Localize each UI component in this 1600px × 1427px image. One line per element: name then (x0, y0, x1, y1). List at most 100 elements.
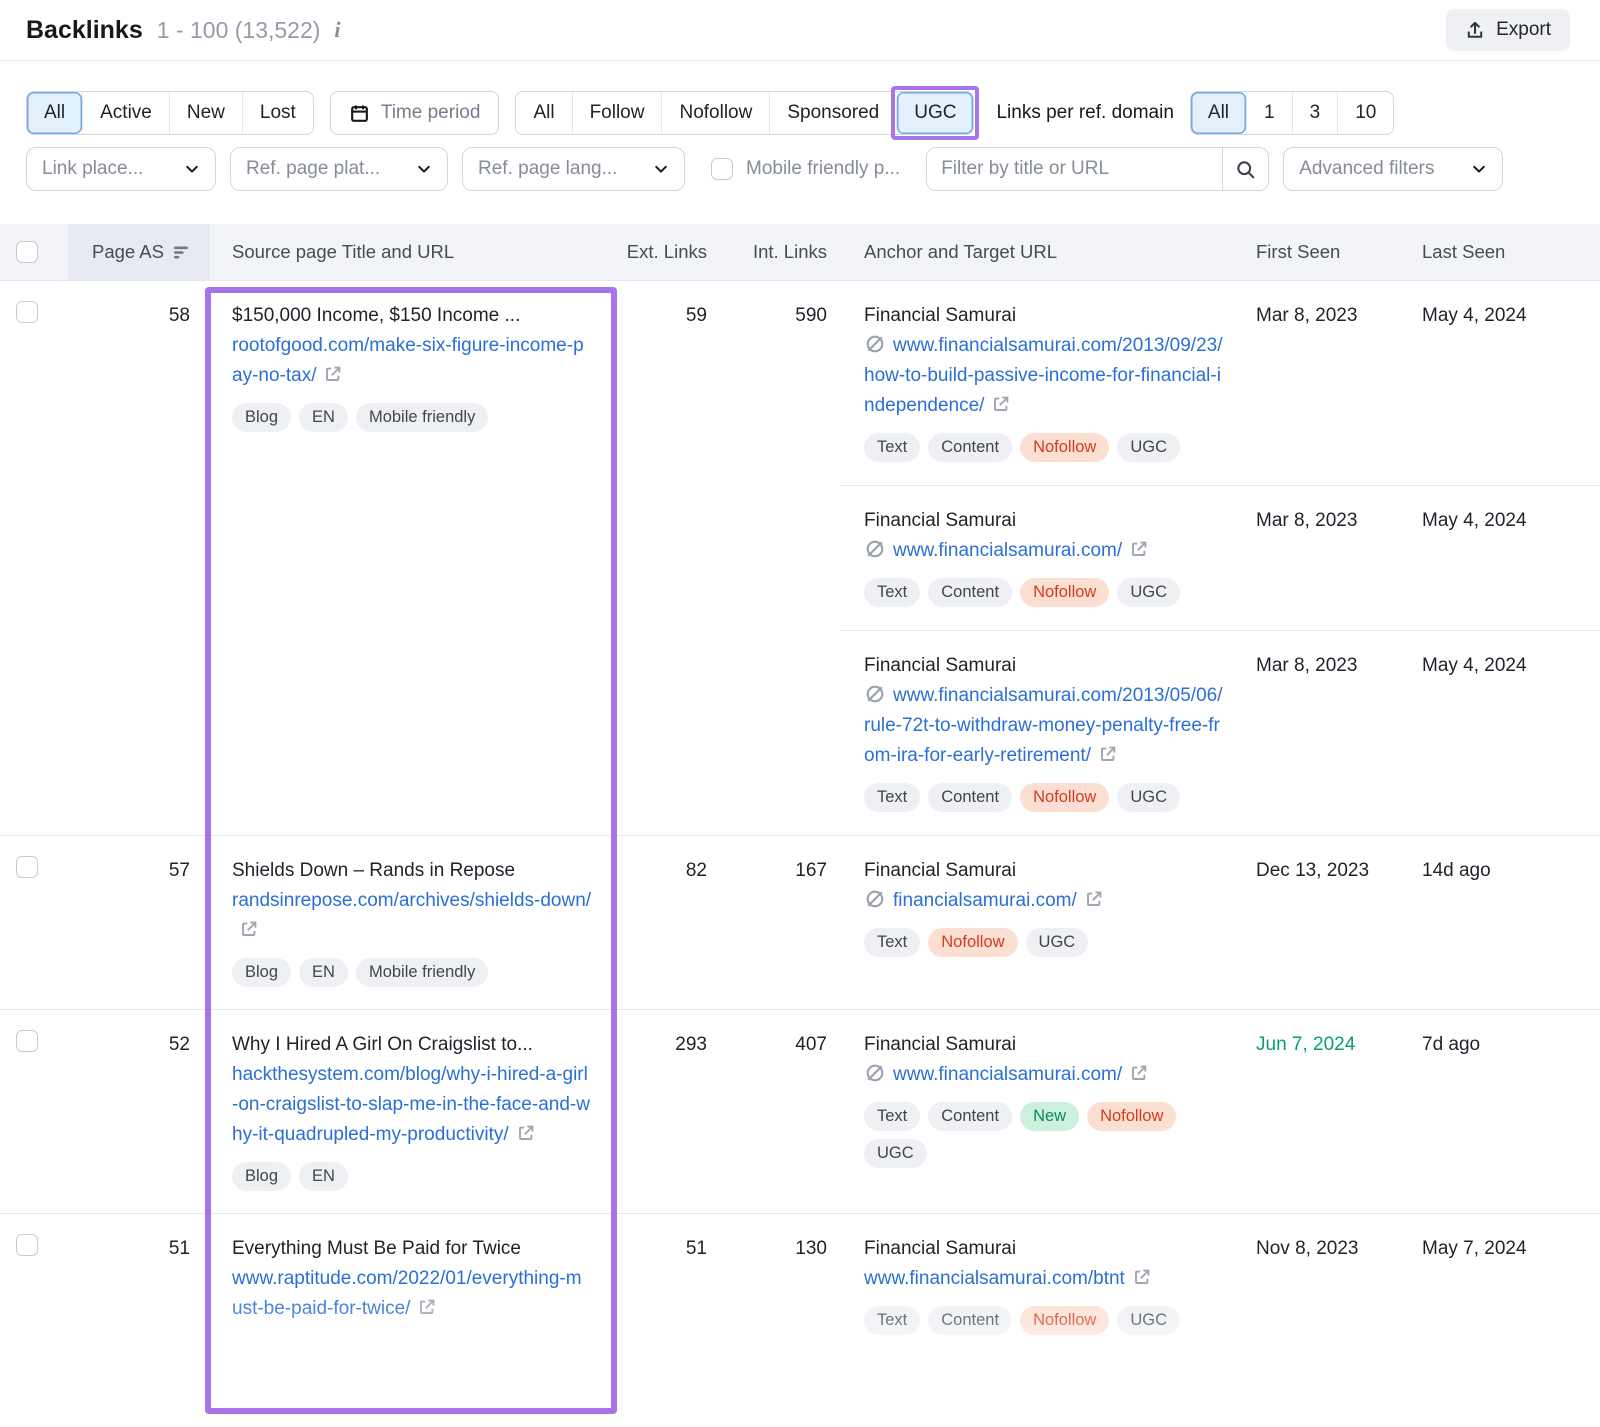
attribute-badge: UGC (1117, 1306, 1180, 1335)
ref-page-language-dropdown[interactable]: Ref. page lang... (462, 147, 685, 191)
target-url-link[interactable]: www.financialsamurai.com/ (893, 1064, 1149, 1085)
external-link-icon (1084, 889, 1104, 909)
source-page-url-link[interactable]: randsinrepose.com/archives/shields-down/ (232, 890, 591, 941)
source-page-url-link[interactable]: www.raptitude.com/2022/01/everything-mus… (232, 1268, 582, 1319)
status-filter-tabs: AllActiveNewLost (26, 91, 314, 135)
attribute-badge: Content (928, 578, 1012, 607)
anchor-text: Financial Samurai (864, 856, 1226, 886)
calendar-icon (349, 103, 370, 124)
tab-sponsored[interactable]: Sponsored (769, 92, 896, 134)
info-icon[interactable]: i (334, 17, 340, 43)
mobile-friendly-filter: Mobile friendly p... (711, 158, 900, 180)
attribute-badge: UGC (1117, 783, 1180, 812)
attribute-badge: Text (864, 578, 920, 607)
tab-3[interactable]: 3 (1292, 92, 1338, 134)
search-icon (1235, 159, 1256, 180)
backlink-entries: Financial Samurai www.financialsamurai.c… (840, 1010, 1600, 1213)
nofollow-icon (864, 1062, 886, 1084)
backlink-entry: Financial Samurai www.financialsamurai.c… (840, 485, 1600, 630)
source-page-tags: BlogEN (232, 1162, 592, 1191)
advanced-filters-dropdown[interactable]: Advanced filters (1283, 147, 1503, 191)
nofollow-badge: Nofollow (928, 928, 1017, 957)
target-url-link[interactable]: www.financialsamurai.com/btnt (864, 1268, 1152, 1289)
follow-filter-tabs: AllFollowNofollowSponsoredUGC (515, 91, 974, 135)
source-page-url-link[interactable]: rootofgood.com/make-six-figure-income-pa… (232, 335, 584, 386)
source-page-title: Shields Down – Rands in Repose (232, 856, 592, 886)
tab-lost[interactable]: Lost (242, 92, 313, 134)
tab-active[interactable]: Active (82, 92, 169, 134)
nofollow-badge: Nofollow (1020, 433, 1109, 462)
source-url-line: hackthesystem.com/blog/why-i-hired-a-gir… (232, 1060, 592, 1150)
tab-all[interactable]: All (27, 92, 82, 134)
new-badge: New (1020, 1102, 1079, 1131)
backlink-entry: Financial Samurai www.financialsamurai.c… (840, 281, 1600, 485)
mobile-friendly-checkbox[interactable] (711, 158, 733, 180)
search-input[interactable] (927, 148, 1222, 190)
last-seen-value: May 4, 2024 (1422, 506, 1600, 607)
row-checkbox[interactable] (16, 301, 38, 323)
ext-links-value: 51 (616, 1214, 717, 1358)
attribute-badge: Blog (232, 1162, 291, 1191)
first-seen-value: Nov 8, 2023 (1256, 1234, 1422, 1335)
attribute-badge: Text (864, 1306, 920, 1335)
tab-follow[interactable]: Follow (572, 92, 662, 134)
target-url-link[interactable]: www.financialsamurai.com/ (893, 540, 1149, 561)
anchor-cell: Financial Samurai financialsamurai.com/ … (840, 856, 1256, 957)
report-header: Backlinks 1 - 100 (13,522) i Export (0, 0, 1600, 61)
tab-10[interactable]: 10 (1337, 92, 1393, 134)
column-header-source[interactable]: Source page Title and URL (210, 224, 616, 280)
tab-nofollow[interactable]: Nofollow (661, 92, 769, 134)
external-link-icon (1098, 744, 1118, 764)
column-header-int-links[interactable]: Int. Links (717, 224, 840, 280)
select-all-checkbox[interactable] (16, 241, 38, 263)
attribute-badge: Content (928, 1102, 1012, 1131)
int-links-value: 407 (717, 1010, 840, 1213)
chevron-down-icon (184, 161, 200, 177)
source-url-line: rootofgood.com/make-six-figure-income-pa… (232, 331, 592, 391)
table-row: 57 Shields Down – Rands in Repose randsi… (0, 835, 1600, 1009)
page-title: Backlinks (26, 16, 143, 45)
row-checkbox[interactable] (16, 856, 38, 878)
column-header-anchor[interactable]: Anchor and Target URL (840, 224, 1256, 280)
column-header-last-seen[interactable]: Last Seen (1422, 224, 1600, 280)
target-url-link[interactable]: financialsamurai.com/ (893, 890, 1104, 911)
attribute-badge: Text (864, 928, 920, 957)
source-cell: Why I Hired A Girl On Craigslist to... h… (210, 1010, 616, 1213)
backlinks-table: Page AS Source page Title and URL Ext. L… (0, 224, 1600, 1358)
tab-1[interactable]: 1 (1246, 92, 1292, 134)
row-checkbox[interactable] (16, 1030, 38, 1052)
target-url-line: www.financialsamurai.com/2013/05/06/rule… (864, 681, 1226, 771)
first-seen-value: Dec 13, 2023 (1256, 856, 1422, 957)
tab-all[interactable]: All (516, 92, 571, 134)
source-url-line: www.raptitude.com/2022/01/everything-mus… (232, 1264, 592, 1324)
target-url-link[interactable]: www.financialsamurai.com/2013/09/23/how-… (864, 335, 1223, 416)
external-link-icon (239, 919, 259, 939)
tab-new[interactable]: New (169, 92, 242, 134)
search-button[interactable] (1222, 148, 1268, 190)
first-seen-value: Mar 8, 2023 (1256, 651, 1422, 812)
time-period-label: Time period (381, 102, 481, 124)
target-url-line: www.financialsamurai.com/ (864, 536, 1226, 566)
ref-page-platform-dropdown[interactable]: Ref. page plat... (230, 147, 448, 191)
nofollow-icon (864, 333, 886, 355)
first-seen-value: Mar 8, 2023 (1256, 301, 1422, 462)
chevron-down-icon (416, 161, 432, 177)
anchor-text: Financial Samurai (864, 301, 1226, 331)
column-header-page-as[interactable]: Page AS (68, 224, 210, 280)
attribute-badge: UGC (1026, 928, 1089, 957)
attribute-badge: Text (864, 783, 920, 812)
source-page-url-link[interactable]: hackthesystem.com/blog/why-i-hired-a-gir… (232, 1064, 590, 1145)
export-button[interactable]: Export (1446, 9, 1570, 51)
column-header-first-seen[interactable]: First Seen (1256, 224, 1422, 280)
tab-ugc[interactable]: UGC (896, 92, 973, 134)
links-per-domain-tabs: All1310 (1190, 91, 1394, 135)
row-checkbox[interactable] (16, 1234, 38, 1256)
target-url-link[interactable]: www.financialsamurai.com/2013/05/06/rule… (864, 685, 1223, 766)
nofollow-icon (864, 888, 886, 910)
anchor-text: Financial Samurai (864, 651, 1226, 681)
tab-all[interactable]: All (1191, 92, 1246, 134)
column-header-ext-links[interactable]: Ext. Links (616, 224, 717, 280)
time-period-button[interactable]: Time period (330, 91, 500, 135)
link-placement-dropdown[interactable]: Link place... (26, 147, 216, 191)
int-links-value: 590 (717, 281, 840, 835)
